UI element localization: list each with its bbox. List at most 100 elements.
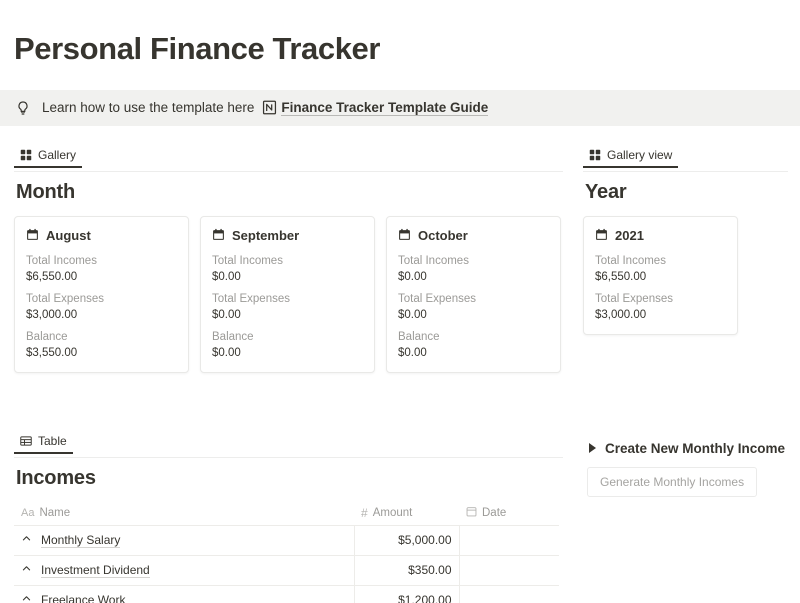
card-incomes-label: Total Incomes (398, 255, 549, 267)
column-header-date[interactable]: Date (459, 502, 559, 526)
card-expenses-label: Total Expenses (212, 293, 363, 305)
callout-block: Learn how to use the template here Finan… (0, 90, 800, 126)
notion-page-icon (262, 100, 277, 115)
gallery-card[interactable]: October Total Incomes $0.00 Total Expens… (386, 216, 561, 373)
row-name-link[interactable]: Investment Dividend (41, 563, 150, 578)
incomes-database-title: Incomes (16, 467, 575, 490)
column-header-name-label: Name (39, 507, 70, 519)
table-row[interactable]: Investment Dividend $350.00 (14, 555, 559, 585)
create-monthly-income-toggle[interactable]: Create New Monthly Income (589, 441, 800, 456)
template-guide-link[interactable]: Finance Tracker Template Guide (281, 100, 488, 116)
tab-gallery[interactable]: Gallery (14, 148, 82, 168)
card-incomes-label: Total Incomes (212, 255, 363, 267)
cell-name[interactable]: Monthly Salary (14, 525, 354, 555)
column-header-date-label: Date (482, 507, 506, 519)
card-expenses-label: Total Expenses (398, 293, 549, 305)
calendar-icon (595, 228, 608, 244)
year-database-title: Year (585, 181, 800, 204)
column-header-amount-label: Amount (373, 507, 413, 519)
card-incomes-label: Total Incomes (26, 255, 177, 267)
card-expenses-value: $3,000.00 (26, 309, 177, 321)
cell-date[interactable] (459, 525, 559, 555)
year-database: Gallery view Year (575, 148, 800, 373)
incomes-table: Aa Name # Amount (14, 502, 559, 603)
year-gallery: 2021 Total Incomes $6,550.00 Total Expen… (583, 216, 800, 335)
actions-column: Create New Monthly Income Generate Month… (575, 434, 800, 603)
card-balance-label: Balance (212, 331, 363, 343)
card-balance-label: Balance (26, 331, 177, 343)
notion-page: Personal Finance Tracker Learn how to us… (0, 21, 800, 603)
incomes-database: Table Incomes Aa Name (0, 434, 575, 603)
card-incomes-value: $0.00 (398, 271, 549, 283)
table-row[interactable]: Monthly Salary $5,000.00 (14, 525, 559, 555)
table-icon (20, 435, 32, 447)
text-type-icon: Aa (21, 507, 34, 519)
cell-name[interactable]: Freelance Work (14, 585, 354, 603)
card-expenses-value: $3,000.00 (595, 309, 726, 321)
gallery-grid-icon (589, 149, 601, 161)
cell-name[interactable]: Investment Dividend (14, 555, 354, 585)
cell-amount[interactable]: $350.00 (354, 555, 459, 585)
calendar-icon (212, 228, 225, 244)
card-expenses-label: Total Expenses (26, 293, 177, 305)
caret-up-icon[interactable] (21, 563, 32, 577)
tab-table-label: Table (38, 434, 67, 448)
column-header-amount[interactable]: # Amount (354, 502, 459, 526)
gallery-columns: Gallery Month (0, 148, 800, 373)
card-name: September (232, 228, 299, 243)
month-view-tabs: Gallery (14, 148, 575, 172)
calendar-icon (26, 228, 39, 244)
row-name-link[interactable]: Freelance Work (41, 593, 125, 603)
cell-amount[interactable]: $1,200.00 (354, 585, 459, 603)
card-balance-value: $0.00 (398, 347, 549, 359)
table-row[interactable]: Freelance Work $1,200.00 (14, 585, 559, 603)
date-type-icon (466, 506, 477, 520)
number-type-icon: # (361, 506, 368, 520)
card-incomes-value: $0.00 (212, 271, 363, 283)
month-gallery: August Total Incomes $6,550.00 Total Exp… (14, 216, 575, 373)
callout-text: Learn how to use the template here (42, 100, 254, 115)
gallery-card[interactable]: 2021 Total Incomes $6,550.00 Total Expen… (583, 216, 738, 335)
row-name-link[interactable]: Monthly Salary (41, 533, 120, 548)
card-title: September (212, 228, 363, 244)
table-header-row: Aa Name # Amount (14, 502, 559, 526)
tab-table[interactable]: Table (14, 434, 73, 454)
card-balance-value: $3,550.00 (26, 347, 177, 359)
tab-gallery-label: Gallery (38, 148, 76, 162)
card-name: October (418, 228, 468, 243)
incomes-view-tabs: Table (14, 434, 575, 458)
calendar-icon (398, 228, 411, 244)
year-view-tabs: Gallery view (583, 148, 800, 172)
card-name: August (46, 228, 91, 243)
caret-up-icon[interactable] (21, 533, 32, 547)
lower-columns: Table Incomes Aa Name (0, 434, 800, 603)
toggle-label: Create New Monthly Income (605, 441, 785, 456)
page-title: Personal Finance Tracker (0, 21, 800, 69)
card-expenses-value: $0.00 (398, 309, 549, 321)
card-incomes-value: $6,550.00 (595, 271, 726, 283)
cell-date[interactable] (459, 585, 559, 603)
card-expenses-value: $0.00 (212, 309, 363, 321)
card-balance-value: $0.00 (212, 347, 363, 359)
tab-gallery-view[interactable]: Gallery view (583, 148, 678, 168)
month-database-title: Month (16, 181, 575, 204)
card-balance-label: Balance (398, 331, 549, 343)
cell-amount[interactable]: $5,000.00 (354, 525, 459, 555)
gallery-card[interactable]: September Total Incomes $0.00 Total Expe… (200, 216, 375, 373)
gallery-grid-icon (20, 149, 32, 161)
card-title: August (26, 228, 177, 244)
card-title: October (398, 228, 549, 244)
toggle-triangle-icon[interactable] (589, 443, 596, 453)
caret-up-icon[interactable] (21, 593, 32, 603)
generate-monthly-incomes-button[interactable]: Generate Monthly Incomes (587, 467, 757, 497)
tab-gallery-view-label: Gallery view (607, 148, 672, 162)
card-incomes-label: Total Incomes (595, 255, 726, 267)
card-title: 2021 (595, 228, 726, 244)
card-incomes-value: $6,550.00 (26, 271, 177, 283)
column-header-name[interactable]: Aa Name (14, 502, 354, 526)
card-expenses-label: Total Expenses (595, 293, 726, 305)
card-name: 2021 (615, 228, 644, 243)
cell-date[interactable] (459, 555, 559, 585)
gallery-card[interactable]: August Total Incomes $6,550.00 Total Exp… (14, 216, 189, 373)
lightbulb-icon (14, 99, 32, 117)
